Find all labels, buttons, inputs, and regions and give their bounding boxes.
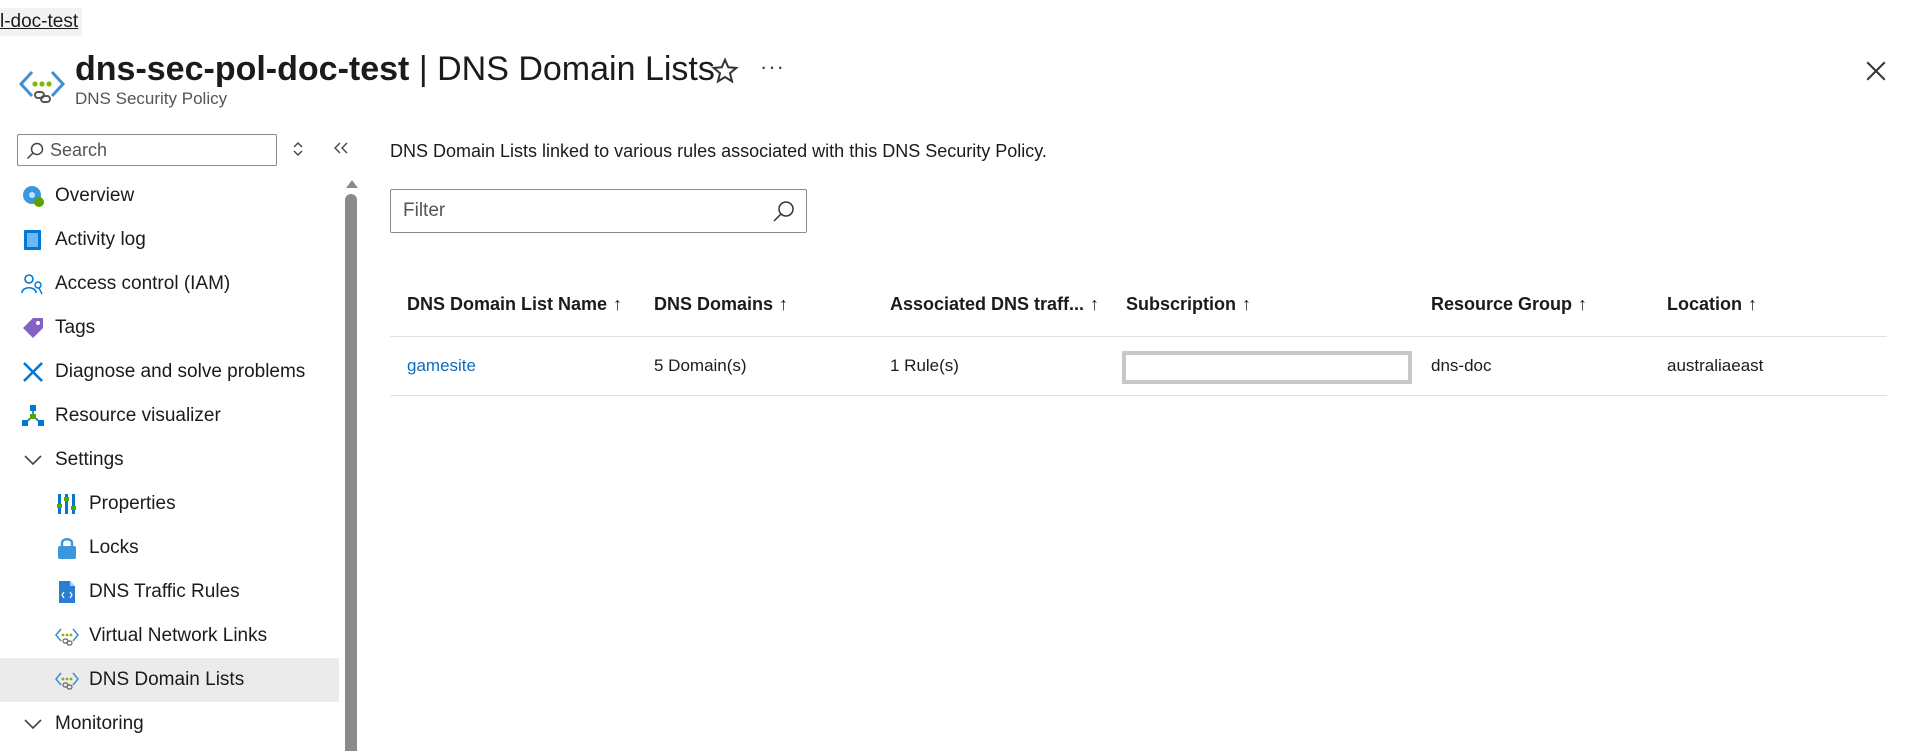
page-title: dns-sec-pol-doc-test | DNS Domain Lists [75,48,715,90]
network-link-icon [55,628,79,646]
column-header-location[interactable]: Location ↑ [1667,294,1757,315]
sidebar-item-resource-visualizer[interactable]: Resource visualizer [0,394,339,438]
filter-box[interactable] [390,189,807,233]
sidebar-item-label: DNS Traffic Rules [89,581,240,602]
sidebar-item-dns-domain-lists[interactable]: DNS Domain Lists [0,658,339,702]
sidebar-item-dns-traffic-rules[interactable]: DNS Traffic Rules [0,570,339,614]
sidebar-group-monitoring[interactable]: Monitoring [0,702,339,746]
network-link-icon [55,672,79,690]
column-header-subscription[interactable]: Subscription ↑ [1126,294,1251,315]
sort-arrow-icon: ↑ [613,294,623,314]
sidebar-item-label: Virtual Network Links [89,625,268,646]
sidebar-item-label: Resource visualizer [55,405,221,426]
sort-arrow-icon: ↑ [1242,294,1252,314]
domains-count: 5 Domain(s) [654,356,747,375]
tag-icon [23,318,43,338]
lock-icon [58,538,76,559]
sidebar-item-label: Settings [55,449,124,470]
sidebar-item-label: Access control (IAM) [55,273,231,294]
sidebar-item-locks[interactable]: Locks [0,526,339,570]
sort-arrow-icon: ↑ [1748,294,1757,314]
subscription-value-redacted [1122,351,1412,384]
sidebar-item-label: Diagnose and solve problems [55,361,306,382]
page-description: DNS Domain Lists linked to various rules… [390,141,1047,161]
favorite-star-icon[interactable] [710,56,740,86]
sidebar-item-label: DNS Domain Lists [89,669,245,690]
sidebar-item-label: Overview [55,185,135,206]
column-header-name[interactable]: DNS Domain List Name ↑ [407,294,622,315]
sort-arrow-icon: ↑ [1578,294,1588,314]
column-header-resource-group[interactable]: Resource Group ↑ [1431,294,1587,315]
blade-header: dns-sec-pol-doc-test | DNS Domain Lists … [18,48,1898,118]
activity-log-icon [24,230,41,250]
sidebar-item-label: Locks [89,537,139,558]
resource-type-subtitle: DNS Security Policy [75,89,228,108]
dns-traffic-rules-icon [59,581,75,603]
sidebar-scrollbar[interactable] [344,180,358,751]
sidebar-item-label: Monitoring [55,713,144,734]
sidebar-item-activity-log[interactable]: Activity log [0,218,339,262]
title-separator: | [418,50,428,88]
column-header-domains[interactable]: DNS Domains ↑ [654,294,788,315]
sidebar-item-label: Tags [55,317,96,338]
properties-icon [57,494,76,514]
filter-input[interactable] [403,198,763,224]
collapse-sidebar-icon[interactable] [330,137,352,159]
sidebar-item-overview[interactable]: Overview [0,174,339,218]
overview-icon [23,186,44,207]
search-icon [773,201,794,222]
rules-count: 1 Rule(s) [890,356,959,375]
location-value: australiaeast [1667,356,1764,375]
sidebar-item-virtual-network-links[interactable]: Virtual Network Links [0,614,339,658]
search-icon [26,142,44,160]
iam-icon [21,274,43,295]
breadcrumb[interactable]: l-doc-test [0,8,83,36]
page-name: DNS Domain Lists [437,50,715,88]
main-content: DNS Domain Lists linked to various rules… [390,130,1890,751]
table-header: DNS Domain List Name ↑ DNS Domains ↑ Assoc… [390,278,1887,337]
chevron-down-icon [24,455,42,466]
close-icon[interactable] [1861,56,1891,86]
column-header-traffic-rules[interactable]: Associated DNS traff... ↑ [890,294,1099,315]
sidebar-search[interactable] [17,134,277,166]
sidebar-item-tags[interactable]: Tags [0,306,339,350]
sidebar-item-label: Activity log [55,229,146,250]
resource-visualizer-icon [22,405,44,426]
more-options-button[interactable]: ··· [760,54,785,80]
sort-arrow-icon: ↑ [1090,294,1100,314]
table-row: gamesite 5 Domain(s) 1 Rule(s) dns-doc a… [390,338,1887,396]
sidebar: Overview Activity log Access control (IA… [0,130,358,751]
chevron-down-icon [24,719,42,730]
resource-name: dns-sec-pol-doc-test [75,50,410,88]
scroll-up-arrow-icon[interactable] [346,180,358,188]
scrollbar-thumb[interactable] [345,194,357,751]
dns-security-policy-icon [18,70,66,103]
sidebar-group-settings[interactable]: Settings [0,438,339,482]
sort-toggle-icon[interactable] [288,139,308,159]
sort-arrow-icon: ↑ [779,294,789,314]
sidebar-item-diagnose[interactable]: Diagnose and solve problems [0,350,339,394]
diagnose-icon [23,362,43,382]
sidebar-item-access-control[interactable]: Access control (IAM) [0,262,339,306]
search-input[interactable] [50,137,270,163]
sidebar-item-label: Properties [89,493,176,514]
domain-list-name-link[interactable]: gamesite [407,356,476,376]
resource-group-value: dns-doc [1431,356,1492,375]
sidebar-item-properties[interactable]: Properties [0,482,339,526]
